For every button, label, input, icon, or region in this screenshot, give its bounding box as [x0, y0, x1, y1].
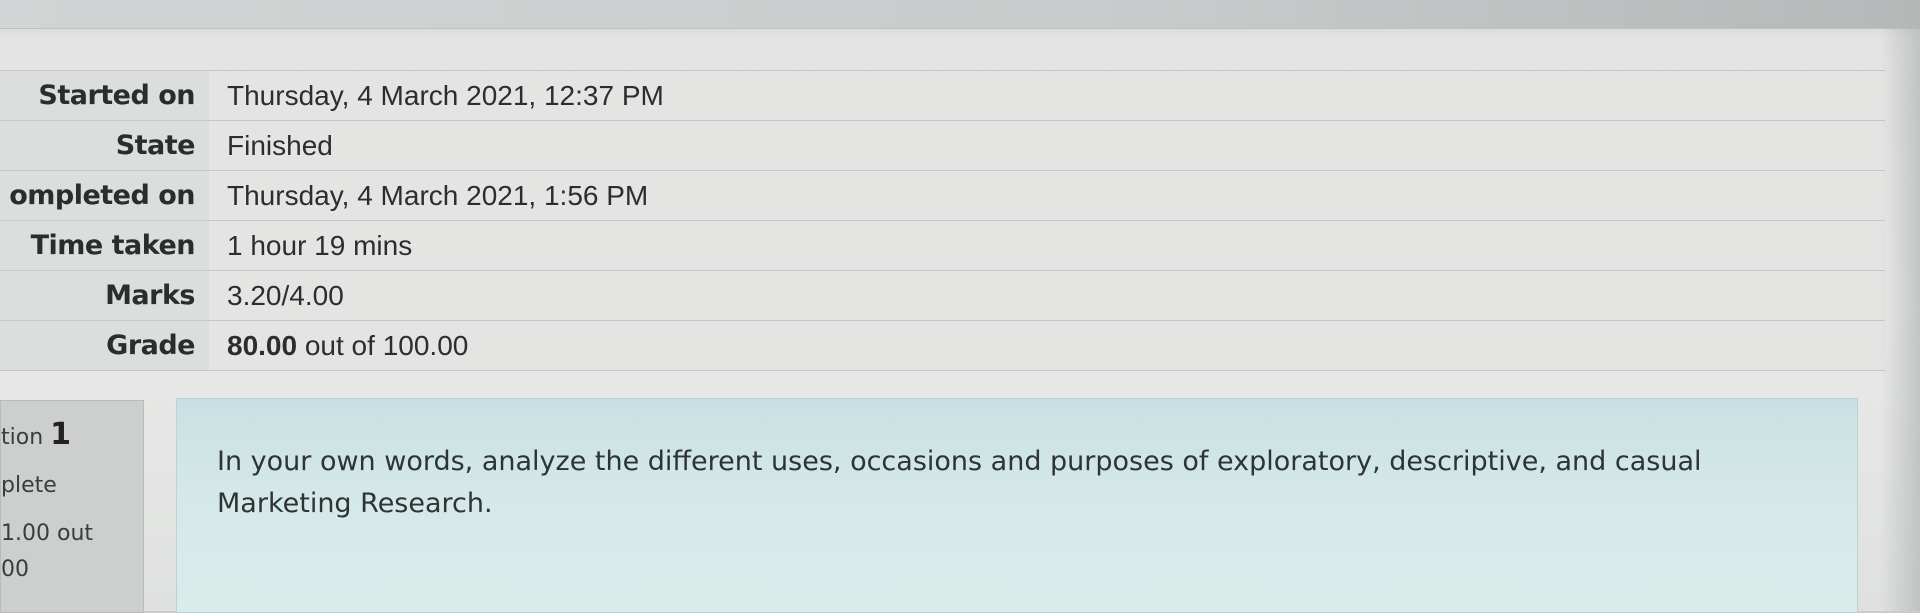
time-taken-value: 1 hour 19 mins — [209, 220, 1885, 271]
table-row: State Finished — [0, 120, 1885, 171]
time-taken-label: Time taken — [0, 220, 209, 271]
started-on-label: Started on — [0, 70, 209, 121]
question-text: In your own words, analyze the different… — [217, 446, 1702, 519]
marks-value: 3.20/4.00 — [209, 270, 1885, 321]
started-on-value: Thursday, 4 March 2021, 12:37 PM — [209, 70, 1885, 121]
table-row: Started on Thursday, 4 March 2021, 12:37… — [0, 70, 1885, 121]
question-number-value: 1 — [50, 417, 72, 452]
attempt-summary-table: Started on Thursday, 4 March 2021, 12:37… — [0, 70, 1885, 371]
question-number-prefix: tion — [1, 425, 51, 450]
grade-label: Grade — [0, 320, 209, 371]
question-number: tion 1 — [1, 417, 71, 452]
top-bar — [0, 0, 1920, 29]
table-row: ompleted on Thursday, 4 March 2021, 1:56… — [0, 170, 1885, 221]
question-state: plete — [1, 473, 57, 498]
edge-shadow — [1880, 28, 1920, 611]
grade-score: 80.00 — [227, 329, 298, 361]
question-mark-line2: 00 — [1, 557, 29, 582]
completed-on-value: Thursday, 4 March 2021, 1:56 PM — [209, 170, 1885, 221]
state-value: Finished — [209, 120, 1885, 171]
question-info-panel: tion 1 plete 1.00 out 00 — [0, 400, 144, 613]
question-text-panel: In your own words, analyze the different… — [176, 398, 1858, 613]
table-row: Marks 3.20/4.00 — [0, 270, 1885, 321]
question-mark-line1: 1.00 out — [1, 521, 94, 546]
table-row: Grade 80.00 out of 100.00 — [0, 320, 1885, 371]
grade-value: 80.00 out of 100.00 — [209, 320, 1885, 371]
state-label: State — [0, 120, 209, 171]
completed-on-label: ompleted on — [0, 170, 209, 221]
grade-out-of: out of 100.00 — [297, 329, 469, 361]
table-row: Time taken 1 hour 19 mins — [0, 220, 1885, 271]
marks-label: Marks — [0, 270, 209, 321]
